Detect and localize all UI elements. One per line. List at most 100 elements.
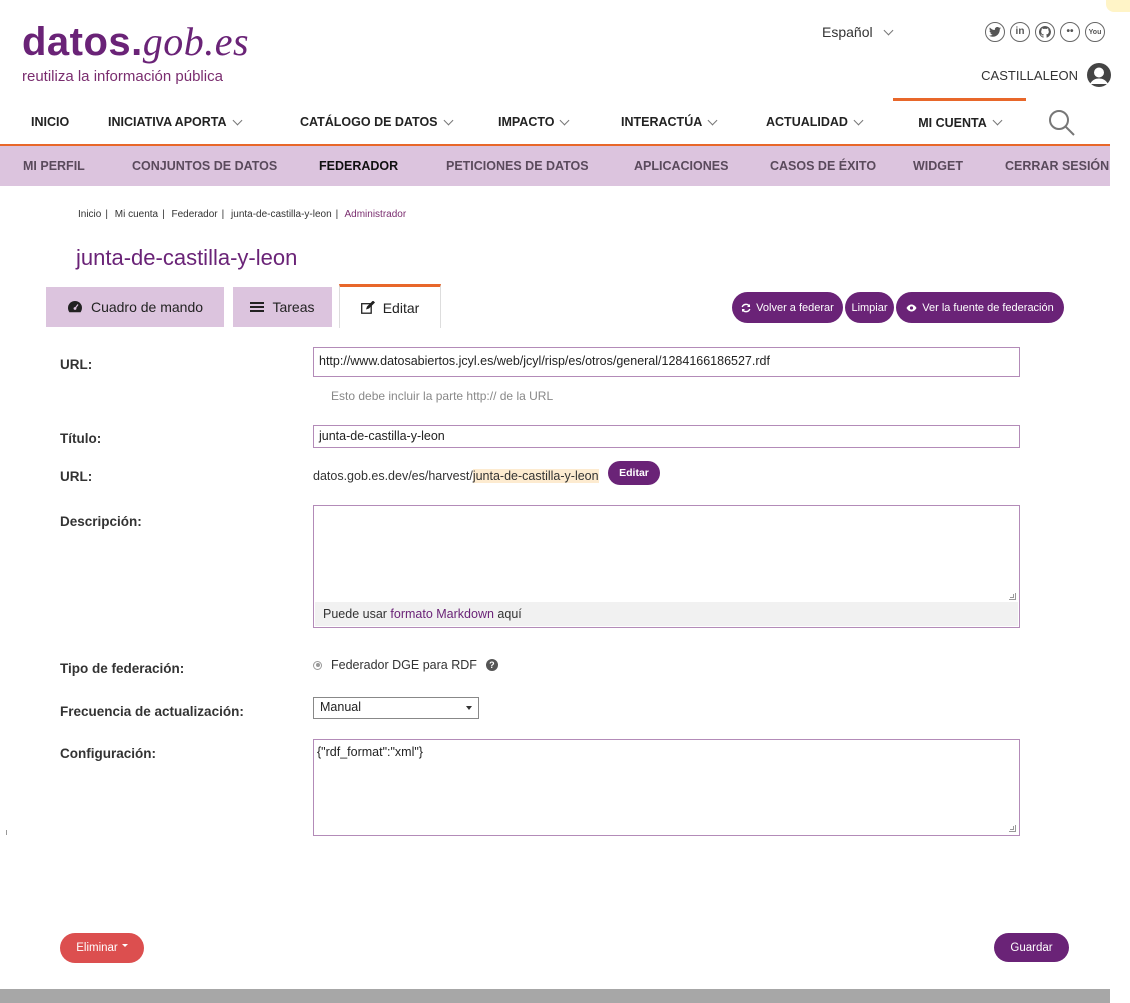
button-label: Eliminar <box>76 942 118 954</box>
linkedin-icon[interactable]: in <box>1010 22 1030 42</box>
dashboard-icon <box>67 301 82 313</box>
logo-tagline: reutiliza la información pública <box>22 68 223 85</box>
site-logo[interactable]: datos.gob.es reutiliza la información pú… <box>22 19 250 86</box>
logo-text: datos.gob.es <box>22 19 250 65</box>
username: CASTILLALEON <box>981 67 1078 83</box>
frequency-value: Manual <box>320 700 361 714</box>
tab-tareas[interactable]: Tareas <box>233 287 332 327</box>
url-hint: Esto debe incluir la parte http:// de la… <box>331 389 554 403</box>
breadcrumb-mi-cuenta[interactable]: Mi cuenta <box>115 209 158 220</box>
caret-down-icon <box>121 944 128 947</box>
nav-item-iniciativa-aporta[interactable]: INICIATIVA APORTA <box>108 100 242 144</box>
clear-button[interactable]: Limpiar <box>845 292 894 323</box>
youtube-icon[interactable]: You <box>1085 22 1105 42</box>
subnav-aplicaciones[interactable]: APLICACIONES <box>634 146 728 186</box>
nav-item-catalogo-de-datos[interactable]: CATÁLOGO DE DATOS <box>300 100 453 144</box>
breadcrumb-harvest[interactable]: junta-de-castilla-y-leon <box>231 209 332 220</box>
resize-grip-icon[interactable] <box>1009 825 1016 832</box>
slug-prefix: datos.gob.es.dev/es/harvest/ <box>313 469 473 483</box>
resize-grip-icon[interactable] <box>1009 593 1016 600</box>
account-subnav: MI PERFIL CONJUNTOS DE DATOS FEDERADOR P… <box>0 146 1110 186</box>
button-label: Limpiar <box>851 301 888 314</box>
breadcrumb-current: Administrador <box>344 209 407 220</box>
nav-item-inicio[interactable]: INICIO <box>31 100 69 144</box>
twitter-icon[interactable] <box>985 22 1005 42</box>
frequency-select[interactable]: Manual <box>313 697 479 719</box>
tab-label: Cuadro de mando <box>90 299 204 315</box>
config-label: Configuración: <box>60 746 156 761</box>
type-label: Tipo de federación: <box>60 661 185 676</box>
chevron-down-icon <box>992 115 1003 126</box>
refederate-button[interactable]: Volver a federar <box>732 292 843 323</box>
breadcrumb: Inicio | Mi cuenta | Federador | junta-de-c… <box>78 209 407 220</box>
chevron-down-icon <box>883 25 894 35</box>
save-button[interactable]: Guardar <box>994 933 1069 962</box>
subnav-federador[interactable]: FEDERADOR <box>319 146 398 186</box>
url-input[interactable]: http://www.datosabiertos.jcyl.es/web/jcy… <box>313 347 1020 377</box>
nav-label: MI CUENTA <box>918 115 987 130</box>
description-label: Descripción: <box>60 514 142 529</box>
title-label: Título: <box>60 431 102 446</box>
nav-label: INTERACTÚA <box>621 115 703 129</box>
eye-icon <box>906 304 917 311</box>
list-icon <box>250 302 265 312</box>
federation-type-option[interactable]: Federador DGE para RDF ? <box>313 658 498 672</box>
chevron-down-icon <box>853 115 864 125</box>
corner-note <box>1106 0 1130 12</box>
social-links: in •• You <box>985 22 1105 42</box>
subnav-casos-de-exito[interactable]: CASOS DE ÉXITO <box>770 146 876 186</box>
slug-label: URL: <box>60 469 93 484</box>
subnav-widget[interactable]: WIDGET <box>913 146 963 186</box>
github-icon[interactable] <box>1035 22 1055 42</box>
url-label: URL: <box>60 357 93 372</box>
nav-label: IMPACTO <box>498 115 555 129</box>
tab-cuadro-de-mando[interactable]: Cuadro de mando <box>46 287 224 327</box>
subnav-conjuntos-de-datos[interactable]: CONJUNTOS DE DATOS <box>132 146 277 186</box>
tab-editar[interactable]: Editar <box>339 284 441 328</box>
language-select[interactable]: Español <box>822 24 894 40</box>
title-input[interactable]: junta-de-castilla-y-leon <box>313 425 1020 448</box>
nav-item-mi-cuenta[interactable]: MI CUENTA <box>893 98 1026 144</box>
slug-value: junta-de-castilla-y-leon <box>472 469 599 483</box>
slug-url: datos.gob.es.dev/es/harvest/junta-de-cas… <box>313 469 599 483</box>
tab-label: Tareas <box>272 299 315 315</box>
subnav-cerrar-sesion[interactable]: CERRAR SESIÓN <box>1005 146 1109 186</box>
search-icon[interactable] <box>1047 108 1077 138</box>
federation-type-value: Federador DGE para RDF <box>331 658 477 672</box>
subnav-peticiones-de-datos[interactable]: PETICIONES DE DATOS <box>446 146 589 186</box>
markdown-hint-pre: Puede usar <box>323 607 391 621</box>
subnav-mi-perfil[interactable]: MI PERFIL <box>23 146 85 186</box>
config-value: {"rdf_format":"xml"} <box>317 745 423 759</box>
config-textarea[interactable]: {"rdf_format":"xml"} <box>313 739 1020 836</box>
flickr-icon[interactable]: •• <box>1060 22 1080 42</box>
nav-item-interactua[interactable]: INTERACTÚA <box>621 100 718 144</box>
breadcrumb-inicio[interactable]: Inicio <box>78 209 101 220</box>
user-avatar-icon <box>1087 63 1111 87</box>
language-value: Español <box>822 24 873 40</box>
nav-item-impacto[interactable]: IMPACTO <box>498 100 570 144</box>
caret-down-icon <box>466 706 472 710</box>
user-menu[interactable]: CASTILLALEON <box>981 62 1112 88</box>
markdown-hint: Puede usar formato Markdown aquí <box>315 602 1018 626</box>
edit-slug-button[interactable]: Editar <box>608 461 660 485</box>
view-source-button[interactable]: Ver la fuente de federación <box>896 292 1064 323</box>
frequency-label: Frecuencia de actualización: <box>60 704 244 719</box>
divider-mark <box>6 830 7 835</box>
delete-button[interactable]: Eliminar <box>60 933 144 963</box>
refresh-icon <box>741 303 751 312</box>
markdown-hint-post: aquí <box>493 607 522 621</box>
markdown-link[interactable]: formato Markdown <box>390 607 494 621</box>
button-label: Ver la fuente de federación <box>922 301 1054 314</box>
breadcrumb-federador[interactable]: Federador <box>172 209 218 220</box>
description-textarea[interactable]: Puede usar formato Markdown aquí <box>313 505 1020 628</box>
radio-button[interactable] <box>313 660 322 670</box>
tab-label: Editar <box>382 299 420 316</box>
chevron-down-icon <box>560 115 570 125</box>
help-icon[interactable]: ? <box>485 659 498 671</box>
nav-label: INICIATIVA APORTA <box>108 115 227 129</box>
footer-bar <box>0 989 1110 1003</box>
nav-label: INICIO <box>31 115 70 129</box>
nav-item-actualidad[interactable]: ACTUALIDAD <box>766 100 864 144</box>
button-label: Volver a federar <box>756 301 834 314</box>
page-title: junta-de-castilla-y-leon <box>76 245 298 270</box>
